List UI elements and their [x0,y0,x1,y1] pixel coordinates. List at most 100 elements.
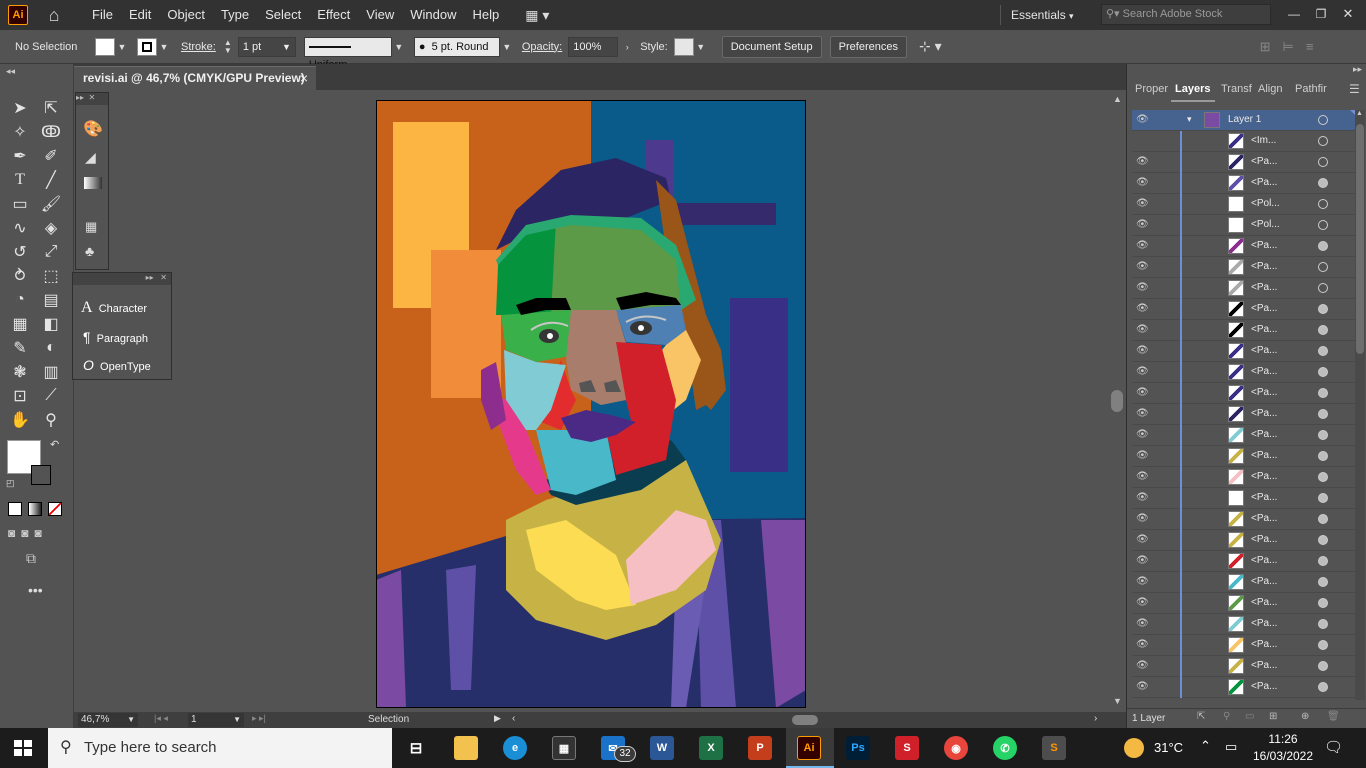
photoshop-icon[interactable]: Ps [846,736,870,760]
layer-row[interactable]: 👁 <Pol... [1132,194,1356,215]
curvature-tool-icon[interactable]: ✐ [39,145,63,167]
pen-tool-icon[interactable]: ✒ [8,145,32,167]
export-icon[interactable]: ⇱ [1197,711,1205,722]
visibility-eye-icon[interactable]: 👁 [1136,220,1149,230]
warp-tool-icon[interactable]: ⥁ [8,265,32,287]
free-transform-tool-icon[interactable]: ⬚ [39,265,63,287]
visibility-eye-icon[interactable]: 👁 [1136,535,1149,545]
visibility-eye-icon[interactable]: 👁 [1136,367,1149,377]
object-target[interactable] [1318,682,1328,692]
clock-time[interactable]: 11:26 [1258,732,1308,746]
layer-row[interactable]: 👁 <Pa... [1132,278,1356,299]
symbols-icon[interactable]: ♣ [85,243,94,259]
eyedropper-tool-icon[interactable]: ✎ [8,337,32,359]
minimize-button[interactable]: — [1286,4,1302,24]
color-mode-icon[interactable] [8,502,22,516]
visibility-eye-icon[interactable]: 👁 [1136,682,1149,692]
collapse-toolbar-icon[interactable]: ◂◂ [6,66,15,77]
stroke-profile-dropdown[interactable]: ▼ [392,40,406,54]
object-target[interactable] [1318,346,1328,356]
layer-row[interactable]: 👁 <Pa... [1132,509,1356,530]
object-target[interactable] [1318,199,1328,209]
opacity-field[interactable]: 100% [568,36,619,57]
layer-row[interactable]: 👁 <Pa... [1132,362,1356,383]
new-sublayer-icon[interactable]: ⊞ [1269,711,1277,722]
visibility-eye-icon[interactable]: 👁 [1136,451,1149,461]
object-target[interactable] [1318,262,1328,272]
zoom-field[interactable]: 46,7% ▼ [78,713,138,727]
visibility-eye-icon[interactable]: 👁 [1136,661,1149,671]
temperature[interactable]: 31°C [1154,740,1183,755]
restore-button[interactable]: ❐ [1313,4,1329,24]
direct-selection-tool-icon[interactable]: ⇱ [39,97,63,119]
object-target[interactable] [1318,514,1328,524]
lasso-tool-icon[interactable]: ↂ [39,121,63,143]
layer-row-main[interactable]: 👁 ▾ Layer 1 [1132,110,1356,131]
type-tool-icon[interactable]: T [8,169,32,191]
visibility-eye-icon[interactable]: 👁 [1136,325,1149,335]
close-document-icon[interactable]: × [300,67,308,89]
line-tool-icon[interactable]: ╱ [39,169,63,191]
object-target[interactable] [1318,430,1328,440]
layer-row[interactable]: 👁 <Pa... [1132,236,1356,257]
stock-search[interactable]: ⚲▾ Search Adobe Stock [1101,4,1271,25]
horizontal-scrollbar[interactable]: ‹ › [510,713,1104,727]
whatsapp-icon[interactable]: ✆ [993,736,1017,760]
object-target[interactable] [1318,493,1328,503]
layer-row[interactable]: 👁 <Pa... [1132,593,1356,614]
stroke-profile-select[interactable]: Uniform [303,36,392,71]
fill-swatch[interactable] [95,37,115,56]
visibility-eye-icon[interactable]: 👁 [1136,640,1149,650]
task-view-icon[interactable]: ⊟ [404,736,428,760]
visibility-eye-icon[interactable]: 👁 [1136,619,1149,629]
scroll-up-icon[interactable]: ▲ [1113,94,1122,104]
tray-chevron-icon[interactable]: ⌃ [1200,738,1211,754]
menu-object[interactable]: Object [159,0,213,30]
fill-dropdown[interactable]: ▼ [115,40,129,54]
paintbrush-tool-icon[interactable]: 🖌 [39,193,63,215]
layer-row[interactable]: 👁 <Pa... [1132,614,1356,635]
object-target[interactable] [1318,451,1328,461]
object-target[interactable] [1318,388,1328,398]
mesh-tool-icon[interactable]: ▦ [8,313,32,335]
object-target[interactable] [1318,409,1328,419]
object-target[interactable] [1318,661,1328,671]
stroke-weight-field[interactable]: 1 pt ▼ [237,36,296,57]
store-icon[interactable]: ▦ [552,736,576,760]
rotate-tool-icon[interactable]: ↺ [8,241,32,263]
menu-help[interactable]: Help [464,0,507,30]
menu-window[interactable]: Window [402,0,464,30]
layer-row[interactable]: 👁 <Pa... [1132,404,1356,425]
visibility-eye-icon[interactable]: 👁 [1136,514,1149,524]
draw-mode-icons[interactable]: ◙◙◙ [8,526,48,540]
style-dropdown[interactable]: ▼ [694,40,708,54]
network-icon[interactable]: ▭ [1225,739,1237,755]
artboard-tool-icon[interactable]: ⊡ [8,385,32,407]
workspace-switcher[interactable]: Essentials ▾ [1000,5,1086,25]
new-layer-icon[interactable]: ⊕ [1301,711,1309,722]
object-target[interactable] [1318,598,1328,608]
layer-row[interactable]: 👁 <Pa... [1132,488,1356,509]
scroll-thumb[interactable] [1111,390,1123,412]
object-target[interactable] [1318,136,1328,146]
object-target[interactable] [1318,367,1328,377]
artboard-nav-prev[interactable]: |◂ ◂ [154,713,168,724]
object-target[interactable] [1318,283,1328,293]
weather-icon[interactable] [1124,738,1144,758]
preferences-button[interactable]: Preferences [829,35,907,58]
powerpoint-icon[interactable]: P [748,736,772,760]
layer-row[interactable]: 👁 <Pa... [1132,572,1356,593]
object-target[interactable] [1318,619,1328,629]
tab-transform[interactable]: Transf [1221,76,1252,102]
file-explorer-icon[interactable] [454,736,478,760]
visibility-eye-icon[interactable]: 👁 [1136,430,1149,440]
object-target[interactable] [1318,220,1328,230]
visibility-eye-icon[interactable]: 👁 [1136,472,1149,482]
screen-mode-icon[interactable]: ⧉ [26,550,36,567]
hand-tool-icon[interactable]: ✋ [8,409,32,431]
visibility-eye-icon[interactable]: 👁 [1136,283,1149,293]
artboard[interactable] [376,100,806,708]
menu-type[interactable]: Type [213,0,257,30]
visibility-eye-icon[interactable] [1136,136,1148,146]
menu-effect[interactable]: Effect [309,0,358,30]
